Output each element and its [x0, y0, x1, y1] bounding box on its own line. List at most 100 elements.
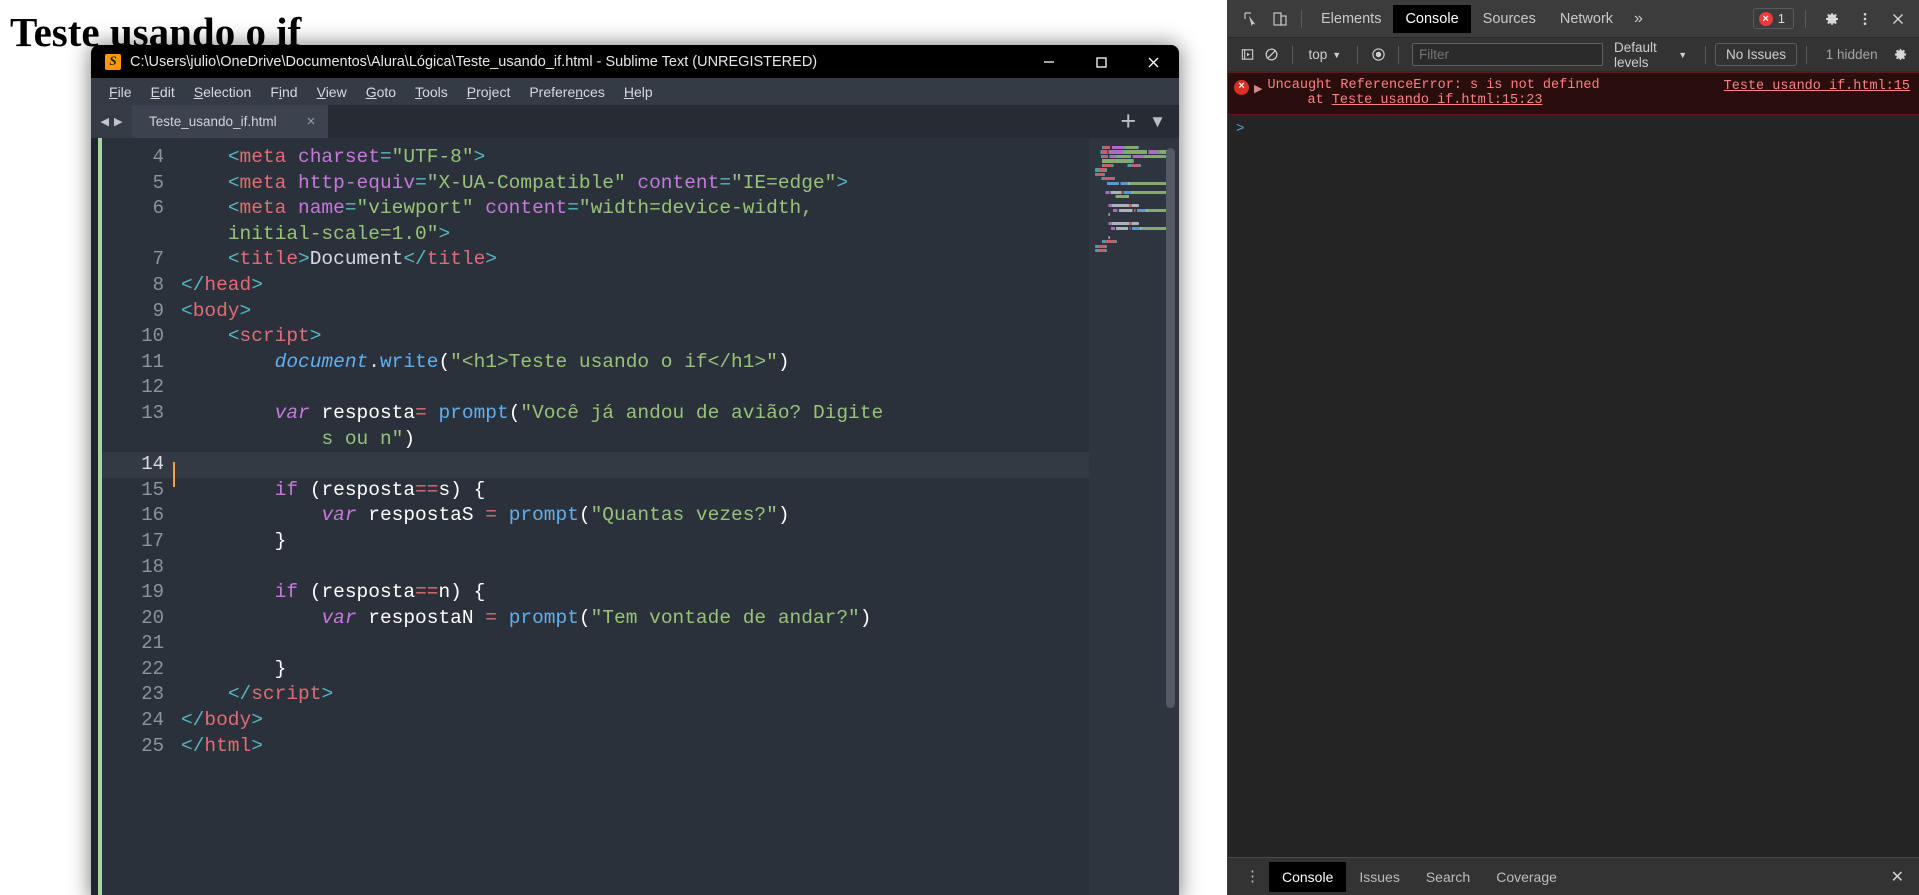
code-line[interactable]: 20 var respostaN = prompt("Tem vontade d…: [102, 606, 1089, 632]
menu-item-tools[interactable]: Tools: [406, 81, 457, 103]
sublime-titlebar[interactable]: C:\Users\julio\OneDrive\Documentos\Alura…: [91, 45, 1179, 78]
drawer-tab-issues[interactable]: Issues: [1346, 862, 1412, 892]
live-expression-eye-icon[interactable]: [1367, 40, 1389, 69]
menu-item-find[interactable]: Find: [261, 81, 306, 103]
menu-item-file[interactable]: File: [100, 81, 141, 103]
minimap-line: [1095, 163, 1141, 168]
code-line[interactable]: 13 var resposta= prompt("Você já andou d…: [102, 401, 1089, 427]
clear-console-icon[interactable]: [1260, 40, 1282, 69]
execute-snippet-icon[interactable]: [1236, 40, 1258, 69]
console-error-message[interactable]: × ▶ Uncaught ReferenceError: s is not de…: [1228, 72, 1919, 115]
code-line-text: </html>: [181, 734, 263, 757]
minimap-line: [1095, 146, 1140, 150]
code-line[interactable]: 5 <meta http-equiv="X-UA-Compatible" con…: [102, 171, 1089, 197]
no-issues-button[interactable]: No Issues: [1714, 43, 1798, 66]
code-line[interactable]: 14: [102, 452, 1089, 487]
code-line[interactable]: 17 }: [102, 529, 1089, 555]
line-number: 5: [152, 171, 164, 194]
maximize-icon[interactable]: [1075, 45, 1127, 78]
code-line[interactable]: 21: [102, 631, 1089, 657]
drawer-tab-search[interactable]: Search: [1413, 862, 1483, 892]
minimap-line: [1095, 168, 1107, 172]
window-controls: [1023, 45, 1179, 78]
expand-arrow-icon[interactable]: ▶: [1254, 82, 1262, 96]
menu-item-view[interactable]: View: [308, 81, 356, 103]
code-line[interactable]: 12: [102, 375, 1089, 401]
menu-item-selection[interactable]: Selection: [185, 81, 261, 103]
code-line[interactable]: 22 }: [102, 657, 1089, 683]
code-line[interactable]: 10 <script>: [102, 324, 1089, 350]
sublime-menu-bar: File Edit Selection Find View Goto Tools…: [91, 78, 1179, 105]
new-tab-icon[interactable]: +: [1120, 108, 1136, 135]
sublime-text-window[interactable]: C:\Users\julio\OneDrive\Documentos\Alura…: [91, 45, 1179, 895]
error-stack-link[interactable]: Teste_usando_if.html:15:23: [1332, 93, 1543, 108]
divider: [1805, 9, 1806, 28]
divider: [1806, 45, 1807, 64]
console-filter-input[interactable]: [1412, 43, 1604, 66]
close-devtools-icon[interactable]: [1883, 4, 1912, 33]
error-source-link[interactable]: Teste_usando_if.html:15: [1724, 79, 1910, 94]
error-count-badge[interactable]: × 1: [1752, 8, 1794, 29]
devtools-panel: Elements Console Sources Network » × 1 t…: [1227, 0, 1919, 895]
error-stack-line: at Teste_usando_if.html:15:23: [1267, 93, 1914, 108]
editor-tab-teste-usando-if[interactable]: Teste_usando_if.html ×: [132, 105, 329, 138]
code-line-text: <meta name="viewport" content="width=dev…: [227, 197, 813, 220]
tab-network[interactable]: Network: [1548, 5, 1625, 33]
close-icon[interactable]: [1127, 45, 1179, 78]
device-toolbar-icon[interactable]: [1265, 4, 1294, 33]
drawer-tab-console[interactable]: Console: [1269, 861, 1347, 892]
drawer-menu-icon[interactable]: ⋮: [1236, 869, 1269, 884]
menu-item-preferences[interactable]: Preferences: [520, 81, 614, 103]
code-line[interactable]: 19 if (resposta==n) {: [102, 580, 1089, 606]
code-line[interactable]: 11 document.write("<h1>Teste usando o if…: [102, 350, 1089, 376]
tab-navigation-arrows[interactable]: ◀ ▶: [91, 105, 132, 138]
code-line[interactable]: 23 </script>: [102, 682, 1089, 708]
tab-next-icon[interactable]: ▶: [114, 115, 122, 128]
drawer-tab-coverage[interactable]: Coverage: [1483, 862, 1570, 892]
code-editor-area[interactable]: 4 <meta charset="UTF-8"> 5 <meta http-equ…: [102, 138, 1089, 895]
tab-elements[interactable]: Elements: [1309, 5, 1393, 33]
line-number: 9: [152, 299, 164, 322]
chevron-down-icon: ▼: [1678, 49, 1688, 60]
code-line[interactable]: 4 <meta charset="UTF-8">: [102, 145, 1089, 171]
gear-icon[interactable]: [1817, 4, 1846, 33]
minimap-line: [1095, 222, 1140, 226]
line-number: 17: [141, 529, 164, 552]
code-line[interactable]: 16 var respostaS = prompt("Quantas vezes…: [102, 503, 1089, 529]
tab-menu-chevron-down-icon[interactable]: ▼: [1149, 113, 1166, 130]
minimize-icon[interactable]: [1023, 45, 1075, 78]
console-settings-gear-icon[interactable]: [1890, 40, 1912, 69]
code-line-text: <body>: [181, 299, 252, 322]
console-input-prompt[interactable]: >: [1228, 115, 1919, 143]
code-line[interactable]: 15 if (resposta==s) {: [102, 478, 1089, 504]
code-line[interactable]: 6 <meta name="viewport" content="width=d…: [102, 196, 1089, 222]
menu-item-help[interactable]: Help: [615, 81, 662, 103]
line-number: 15: [141, 478, 164, 501]
code-line[interactable]: 7 <title>Document</title>: [102, 247, 1089, 273]
menu-item-project[interactable]: Project: [458, 81, 520, 103]
tab-console[interactable]: Console: [1393, 4, 1471, 33]
drawer-close-icon[interactable]: ✕: [1891, 867, 1912, 887]
code-line[interactable]: initial-scale=1.0">: [102, 222, 1089, 248]
code-line[interactable]: 24 </body>: [102, 708, 1089, 734]
menu-item-edit[interactable]: Edit: [142, 81, 184, 103]
tab-sources[interactable]: Sources: [1471, 5, 1548, 33]
execution-context-selector[interactable]: top ▼: [1301, 47, 1348, 62]
menu-item-goto[interactable]: Goto: [357, 81, 405, 103]
console-message-list[interactable]: × ▶ Uncaught ReferenceError: s is not de…: [1228, 72, 1919, 857]
minimap-line: [1095, 200, 1173, 203]
minimap-line: [1095, 186, 1173, 189]
kebab-menu-icon[interactable]: [1850, 4, 1879, 33]
code-line[interactable]: s ou n"): [102, 427, 1089, 453]
code-line[interactable]: 18: [102, 555, 1089, 581]
code-line[interactable]: 9 <body>: [102, 299, 1089, 325]
inspect-element-icon[interactable]: [1236, 4, 1265, 33]
code-line[interactable]: 8 </head>: [102, 273, 1089, 299]
log-levels-selector[interactable]: Default levels ▼: [1605, 40, 1696, 70]
line-number: 7: [152, 248, 164, 271]
editor-vertical-scrollbar[interactable]: [1166, 148, 1175, 708]
more-tabs-icon[interactable]: »: [1625, 10, 1652, 28]
tab-prev-icon[interactable]: ◀: [101, 115, 109, 128]
code-line[interactable]: 25 </html>: [102, 734, 1089, 760]
tab-close-icon[interactable]: ×: [307, 114, 316, 129]
